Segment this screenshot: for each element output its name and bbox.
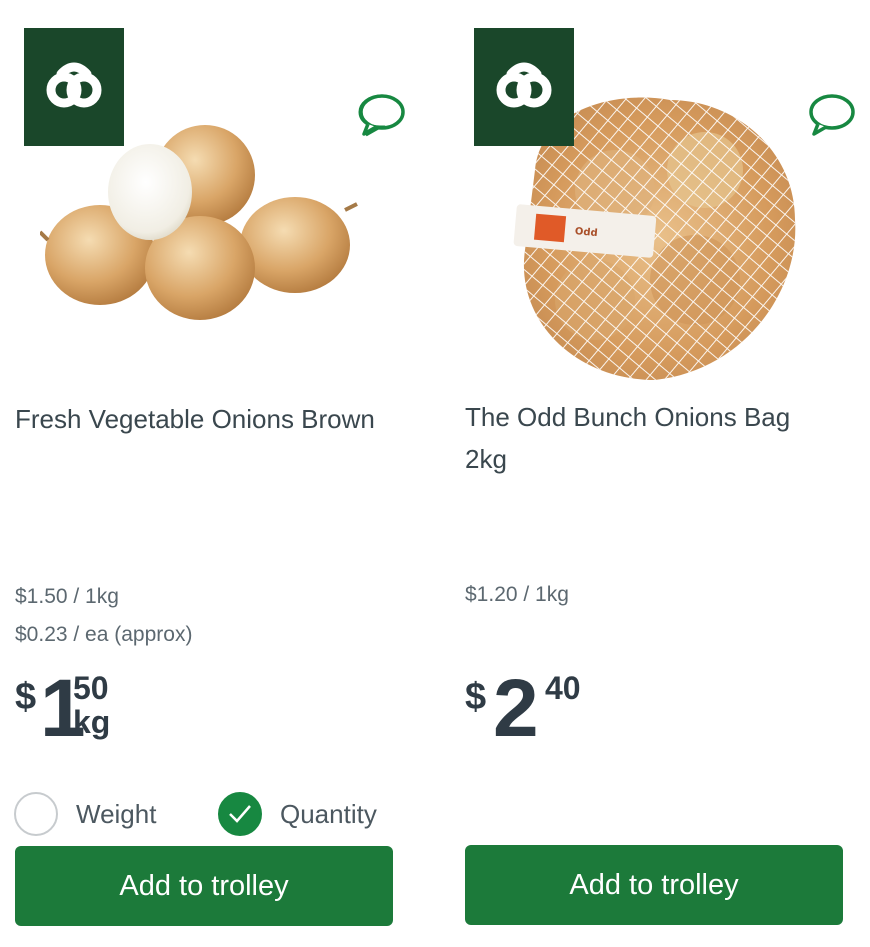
option-quantity[interactable]: Quantity [218,790,377,838]
product-image-onions[interactable] [38,120,370,330]
price-cents: 40 [545,670,581,706]
woolworths-logo-icon [474,28,574,146]
product-card-odd-bunch-onions: Odd The Odd Bunch Onions Bag 2kg $1.20 /… [450,0,855,947]
price-whole: 2 [493,663,539,754]
weight-label: Weight [76,798,157,829]
product-title[interactable]: The Odd Bunch Onions Bag 2kg [465,396,825,480]
unit-price-kg: $1.50 / 1kg [15,585,119,608]
unit-price-kg: $1.20 / 1kg [465,583,569,606]
add-to-trolley-button[interactable]: Add to trolley [15,846,393,926]
price-dollar-sign: $ [465,676,487,718]
price-per-unit: kg [73,704,111,740]
price-cents: 50 [73,670,109,706]
price-dollar-sign: $ [15,676,37,718]
speech-bubble-icon[interactable] [806,92,858,138]
checkmark-icon [229,805,251,823]
add-to-trolley-button[interactable]: Add to trolley [465,845,843,925]
quantity-radio[interactable] [218,792,262,836]
svg-text:Odd: Odd [574,226,598,239]
quantity-label: Quantity [280,798,377,829]
weight-radio[interactable] [14,792,58,836]
unit-price-each: $0.23 / ea (approx) [15,623,193,646]
option-weight[interactable]: Weight [14,790,156,838]
product-card-onions-brown: Fresh Vegetable Onions Brown $1.50 / 1kg… [0,0,405,947]
product-title[interactable]: Fresh Vegetable Onions Brown [15,398,375,440]
